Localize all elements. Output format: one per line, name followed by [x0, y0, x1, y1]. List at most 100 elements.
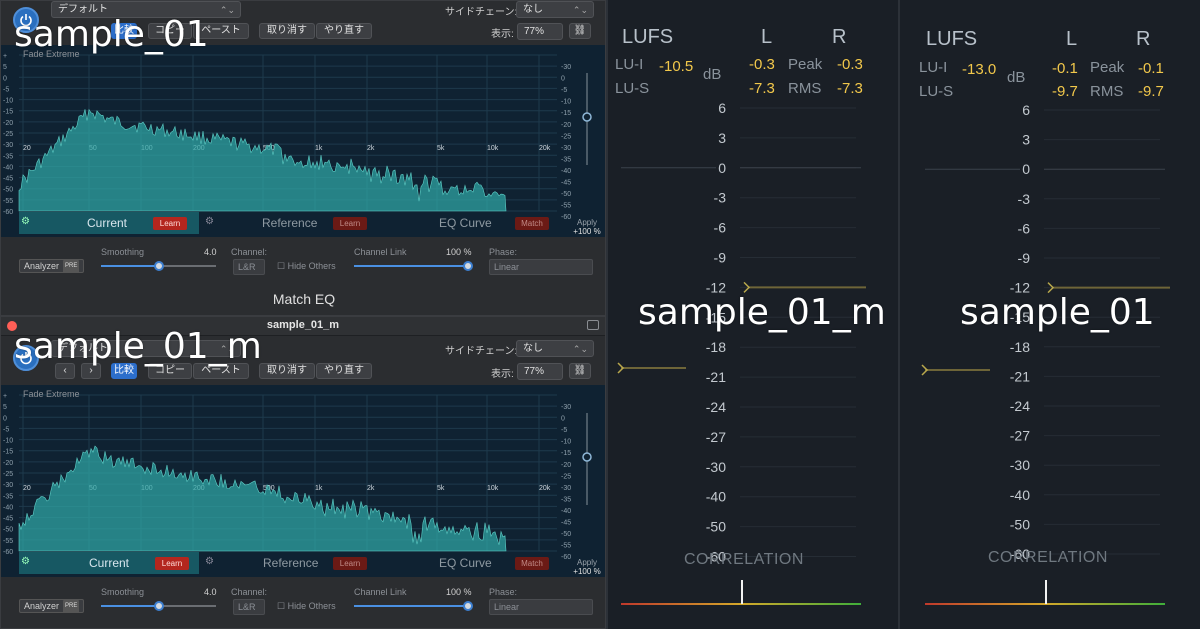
overlay-label-sample-01-m: sample_01_m [14, 326, 262, 367]
rms-r-value: -9.7 [1138, 83, 1164, 100]
eq-display[interactable]: 20501002005001k2k5k10k20k+50-5-10-15-20-… [1, 385, 605, 577]
smoothing-slider[interactable] [154, 601, 164, 611]
hide-others-checkbox[interactable]: ☐ Hide Others [277, 601, 336, 612]
tab-eq-curve-label[interactable]: EQ Curve [439, 216, 492, 230]
db-tick-label: -5 [561, 87, 567, 94]
hide-others-checkbox[interactable]: ☐ Hide Others [277, 261, 336, 272]
display-label: 表示: [491, 29, 514, 40]
smoothing-value: 4.0 [204, 247, 217, 257]
db-tick-label: -30 [561, 145, 571, 152]
overlay-label-meter-right: sample_01 [960, 292, 1155, 333]
db-tick-label: -10 [561, 439, 571, 446]
tab-current-label: Current [87, 216, 128, 230]
gear-icon[interactable]: ⚙ [21, 216, 30, 227]
undo-button[interactable]: 取り消す [259, 23, 315, 39]
lu-i-label: LU-I [919, 59, 948, 76]
learn-reference-button[interactable]: Learn [333, 217, 367, 230]
rms-label: RMS [1090, 83, 1124, 100]
analyzer-button[interactable]: Analyzer PRE [19, 599, 85, 613]
freq-tick-label: 10k [487, 485, 499, 492]
db-tick-label: -25 [3, 471, 13, 478]
db-tick-label: -35 [561, 496, 571, 503]
apply-control[interactable]: Apply +100 % [571, 218, 603, 236]
db-tick-label: -10 [561, 99, 571, 106]
peak-r-value: -0.3 [837, 56, 863, 73]
meter-tick-label: 0 [718, 160, 726, 176]
link-button[interactable]: ⛓ [569, 23, 591, 39]
smoothing-slider[interactable] [154, 261, 164, 271]
meter-tick-label: -24 [1010, 398, 1030, 414]
channel-link-slider[interactable] [463, 261, 473, 271]
match-button[interactable]: Match [515, 217, 549, 230]
db-tick-label: -25 [561, 133, 571, 140]
peak-label: Peak [788, 56, 823, 73]
meter-tick-label: -6 [714, 220, 727, 236]
db-tick-label: -30 [561, 404, 571, 411]
phase-select[interactable]: Linear [489, 259, 593, 275]
analyzer-label: Analyzer [24, 601, 60, 611]
channel-select[interactable]: L&R [233, 259, 265, 275]
redo-button[interactable]: やり直す [316, 363, 372, 379]
tab-reference-label[interactable]: Reference [262, 216, 317, 230]
db-tick-label: 0 [3, 415, 7, 422]
apply-control[interactable]: Apply +100 % [571, 558, 603, 576]
db-tick-label: 0 [3, 75, 7, 82]
channel-select[interactable]: L&R [233, 599, 265, 615]
db-tick-label: -60 [3, 209, 13, 216]
tab-eq-curve-label[interactable]: EQ Curve [439, 556, 492, 570]
db-tick-label: 0 [561, 416, 565, 423]
db-tick-label: -55 [3, 538, 13, 545]
db-tick-label: -25 [3, 131, 13, 138]
rms-label: RMS [788, 80, 822, 97]
gear-icon[interactable]: ⚙ [21, 556, 30, 567]
sidechain-select[interactable]: なし ⌃⌄ [516, 1, 594, 18]
db-tick-label: -45 [3, 176, 13, 183]
channel-link-slider[interactable] [463, 601, 473, 611]
db-tick-label: -40 [561, 508, 571, 515]
learn-current-button[interactable]: Learn [153, 217, 187, 230]
meter-tick-label: 3 [1022, 132, 1030, 148]
db-tick-label: -15 [3, 449, 13, 456]
freq-tick-label: 5k [437, 485, 445, 492]
lufs-header: LUFS [622, 26, 674, 48]
l-header: L [1066, 28, 1078, 50]
rms-l-value: -9.7 [1052, 83, 1078, 100]
link-button[interactable]: ⛓ [569, 363, 591, 379]
learn-reference-button[interactable]: Learn [333, 557, 367, 570]
learn-current-button[interactable]: Learn [155, 557, 189, 570]
resize-icon[interactable] [587, 320, 599, 330]
db-tick-label: -35 [3, 493, 13, 500]
undo-button[interactable]: 取り消す [259, 363, 315, 379]
db-tick-label: + [3, 393, 7, 400]
match-button[interactable]: Match [515, 557, 549, 570]
l-header: L [761, 26, 773, 48]
gear-icon[interactable]: ⚙ [205, 216, 214, 227]
sidechain-select[interactable]: なし ⌃⌄ [516, 340, 594, 357]
zoom-select[interactable]: 77% [517, 23, 563, 40]
gear-icon[interactable]: ⚙ [205, 556, 214, 567]
tab-reference-label[interactable]: Reference [263, 556, 318, 570]
phase-value: Linear [494, 602, 520, 612]
eq-display[interactable]: 20501002005001k2k5k10k20k+50-5-10-15-20-… [1, 45, 605, 237]
overlay-label-sample-01: sample_01 [14, 14, 209, 55]
phase-select[interactable]: Linear [489, 599, 593, 615]
spectrum-graph: 20501002005001k2k5k10k20k+50-5-10-15-20-… [3, 393, 592, 561]
db-tick-label: -50 [3, 527, 13, 534]
zoom-value: 77% [524, 26, 545, 37]
apply-value: +100 [573, 227, 592, 236]
db-tick-label: -45 [561, 520, 571, 527]
lufs-header: LUFS [926, 28, 978, 50]
db-tick-label: -15 [3, 109, 13, 116]
r-header: R [832, 26, 847, 48]
db-tick-label: -40 [3, 164, 13, 171]
plugin-name: Match EQ [272, 291, 336, 307]
db-tick-label: 5 [3, 404, 7, 411]
db-tick-label: -10 [3, 98, 13, 105]
plugin-footer: Match EQ [1, 288, 605, 315]
analyzer-button[interactable]: Analyzer PRE [19, 259, 85, 273]
redo-button[interactable]: やり直す [316, 23, 372, 39]
freq-tick-label: 20 [23, 145, 31, 152]
lu-s-label: LU-S [919, 83, 954, 100]
zoom-select[interactable]: 77% [517, 363, 563, 380]
apply-unit: % [593, 567, 601, 576]
